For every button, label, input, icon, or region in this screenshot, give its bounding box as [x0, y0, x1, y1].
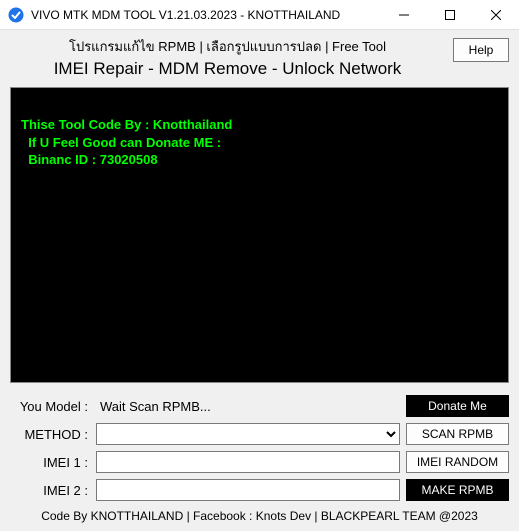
footer-text: Code By KNOTTHAILAND | Facebook : Knots …	[10, 509, 509, 523]
imei1-row: IMEI 1 : IMEI RANDOM	[10, 451, 509, 473]
close-button[interactable]	[473, 0, 519, 29]
header-line2: IMEI Repair - MDM Remove - Unlock Networ…	[10, 59, 445, 79]
make-rpmb-button[interactable]: MAKE RPMB	[406, 479, 509, 501]
window-title: VIVO MTK MDM TOOL V1.21.03.2023 - KNOTTH…	[31, 8, 381, 22]
form-area: You Model : Wait Scan RPMB... Donate Me …	[10, 395, 509, 501]
app-icon	[8, 7, 24, 23]
header-text: โปรแกรมแก้ไข RPMB | เลือกรูปแบบการปลด | …	[10, 36, 445, 79]
console-line: If U Feel Good can Donate ME :	[21, 135, 221, 150]
method-select[interactable]	[96, 423, 400, 445]
window-controls	[381, 0, 519, 29]
model-label: You Model :	[10, 399, 90, 414]
console-output: Thise Tool Code By : Knotthailand If U F…	[10, 87, 509, 383]
maximize-button[interactable]	[427, 0, 473, 29]
model-row: You Model : Wait Scan RPMB... Donate Me	[10, 395, 509, 417]
imei2-input[interactable]	[96, 479, 400, 501]
imei2-row: IMEI 2 : MAKE RPMB	[10, 479, 509, 501]
imei1-label: IMEI 1 :	[10, 455, 90, 470]
help-button[interactable]: Help	[453, 38, 509, 62]
header: โปรแกรมแก้ไข RPMB | เลือกรูปแบบการปลด | …	[10, 36, 509, 79]
console-line: Thise Tool Code By : Knotthailand	[21, 117, 232, 132]
method-label: METHOD :	[10, 427, 90, 442]
imei-random-button[interactable]: IMEI RANDOM	[406, 451, 509, 473]
window-body: โปรแกรมแก้ไข RPMB | เลือกรูปแบบการปลด | …	[0, 30, 519, 531]
method-row: METHOD : SCAN RPMB	[10, 423, 509, 445]
scan-rpmb-button[interactable]: SCAN RPMB	[406, 423, 509, 445]
header-line1: โปรแกรมแก้ไข RPMB | เลือกรูปแบบการปลด | …	[10, 36, 445, 57]
imei1-input[interactable]	[96, 451, 400, 473]
console-line: Binanc ID : 73020508	[21, 152, 158, 167]
titlebar: VIVO MTK MDM TOOL V1.21.03.2023 - KNOTTH…	[0, 0, 519, 30]
minimize-button[interactable]	[381, 0, 427, 29]
scan-status: Wait Scan RPMB...	[96, 399, 400, 414]
donate-button[interactable]: Donate Me	[406, 395, 509, 417]
imei2-label: IMEI 2 :	[10, 483, 90, 498]
